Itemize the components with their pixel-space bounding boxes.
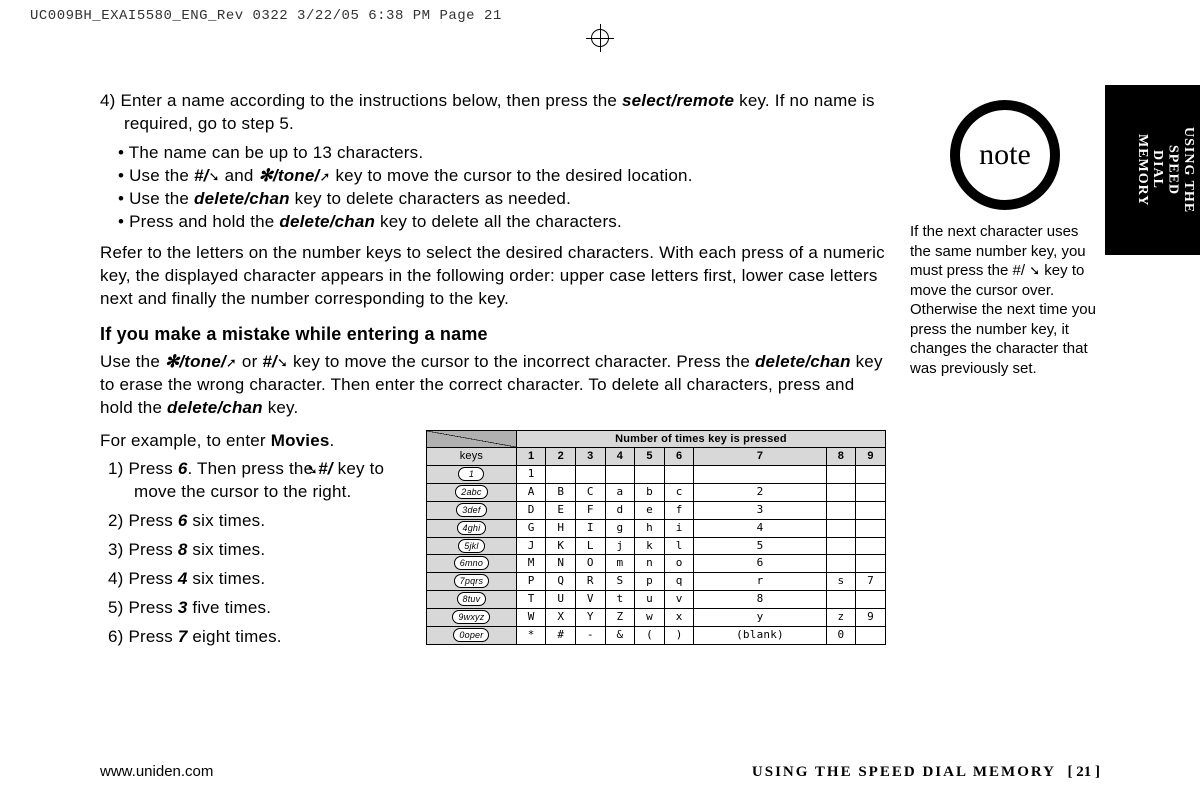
proof-header: UC009BH_EXAI5580_ENG_Rev 0322 3/22/05 6:… — [30, 8, 502, 24]
bullet-cursor: Use the #/➘ and ✻/tone/➚ key to move the… — [118, 165, 886, 188]
example-step-6: 6) Press 7 eight times. — [108, 626, 406, 649]
bullet-name-length: The name can be up to 13 characters. — [118, 142, 886, 165]
mistake-heading: If you make a mistake while entering a n… — [100, 322, 886, 346]
arrow-right-icon: ➘ — [209, 168, 220, 186]
sidebar: USING THE SPEED DIAL MEMORY note If the … — [910, 90, 1100, 751]
section-tab: USING THE SPEED DIAL MEMORY — [1105, 85, 1200, 255]
note-text: If the next character uses the same numb… — [910, 222, 1100, 378]
example-step-4: 4) Press 4 six times. — [108, 568, 406, 591]
example-steps: For example, to enter Movies. 1) Press 6… — [100, 430, 406, 656]
character-table: Number of times key is pressedkeys123456… — [426, 430, 886, 645]
bullet-delete-all: Press and hold the delete/chan key to de… — [118, 211, 886, 234]
arrow-right-icon: ➘ — [277, 354, 288, 372]
page-footer: www.uniden.com USING THE SPEED DIAL MEMO… — [100, 763, 1100, 781]
crop-mark-icon — [586, 24, 614, 52]
bullet-delete-one: Use the delete/chan key to delete charac… — [118, 188, 886, 211]
footer-title: USING THE SPEED DIAL MEMORY [ 21 ] — [752, 764, 1100, 781]
page-body: 4) Enter a name according to the instruc… — [100, 90, 1100, 751]
example-step-5: 5) Press 3 five times. — [108, 597, 406, 620]
footer-url: www.uniden.com — [100, 763, 213, 780]
example-step-3: 3) Press 8 six times. — [108, 539, 406, 562]
character-order-paragraph: Refer to the letters on the number keys … — [100, 242, 886, 311]
note-icon: note — [950, 100, 1060, 210]
example-step-2: 2) Press 6 six times. — [108, 510, 406, 533]
arrow-left-icon: ➚ — [226, 354, 237, 372]
step-4-bullets: The name can be up to 13 characters. Use… — [118, 142, 886, 234]
example-step-1: 1) Press 6. Then press the #/➘ key to mo… — [108, 458, 406, 504]
example-section: For example, to enter Movies. 1) Press 6… — [100, 430, 886, 656]
main-column: 4) Enter a name according to the instruc… — [100, 90, 886, 751]
mistake-paragraph: Use the ✻/tone/➚ or #/➘ key to move the … — [100, 351, 886, 420]
step-4: 4) Enter a name according to the instruc… — [100, 90, 886, 136]
arrow-left-icon: ➚ — [319, 168, 330, 186]
